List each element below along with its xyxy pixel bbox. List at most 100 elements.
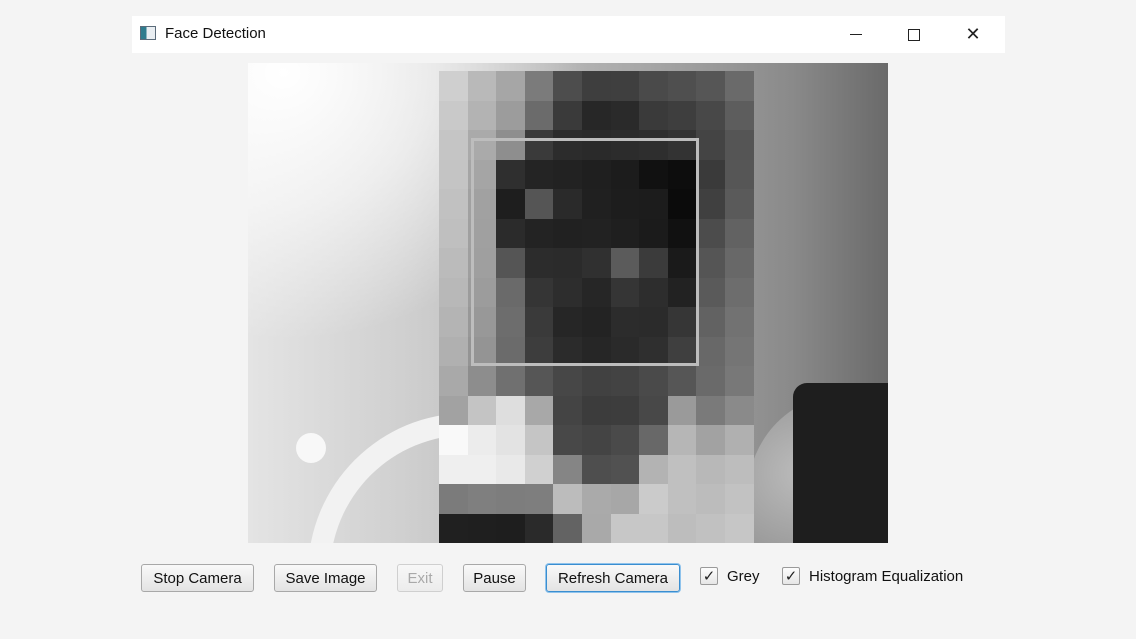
pixel-cell bbox=[581, 395, 611, 425]
pixel-cell bbox=[667, 395, 697, 425]
pixel-cell bbox=[553, 395, 582, 425]
exit-button[interactable]: Exit bbox=[397, 564, 443, 592]
pixel-cell bbox=[639, 513, 668, 543]
window-title: Face Detection bbox=[165, 25, 266, 42]
pixel-cell bbox=[724, 454, 754, 484]
pixel-cell bbox=[696, 130, 725, 160]
grey-checkbox[interactable]: ✓ bbox=[700, 567, 718, 585]
save-image-button[interactable]: Save Image bbox=[274, 564, 377, 592]
pixel-cell bbox=[724, 366, 754, 396]
pixel-cell bbox=[696, 100, 725, 130]
pixel-cell bbox=[724, 307, 754, 337]
pixel-cell bbox=[581, 71, 611, 101]
histogram-checkbox[interactable]: ✓ bbox=[782, 567, 800, 585]
pixel-cell bbox=[639, 366, 668, 396]
pixel-cell bbox=[439, 189, 468, 219]
pixel-cell bbox=[524, 513, 554, 543]
pixel-cell bbox=[639, 425, 668, 455]
pixel-cell bbox=[553, 100, 582, 130]
pixel-cell bbox=[639, 484, 668, 514]
pixel-cell bbox=[439, 71, 468, 101]
pixel-cell bbox=[696, 307, 725, 337]
pixel-cell bbox=[467, 71, 497, 101]
refresh-camera-button[interactable]: Refresh Camera bbox=[546, 564, 680, 592]
pixel-cell bbox=[724, 130, 754, 160]
pixel-cell bbox=[467, 513, 497, 543]
control-bar: Stop Camera Save Image Exit Pause Refres… bbox=[0, 560, 1136, 600]
pixel-cell bbox=[724, 513, 754, 543]
pixel-cell bbox=[639, 395, 668, 425]
pixel-cell bbox=[724, 159, 754, 189]
stop-camera-button[interactable]: Stop Camera bbox=[141, 564, 254, 592]
pixel-cell bbox=[667, 454, 697, 484]
pixel-cell bbox=[524, 425, 554, 455]
pixel-cell bbox=[696, 71, 725, 101]
pixel-cell bbox=[524, 454, 554, 484]
pixel-cell bbox=[667, 71, 697, 101]
pixel-cell bbox=[553, 71, 582, 101]
pixel-cell bbox=[439, 100, 468, 130]
pixel-cell bbox=[496, 366, 525, 396]
close-icon: ✕ bbox=[965, 24, 981, 44]
pixel-cell bbox=[581, 513, 611, 543]
pixel-cell bbox=[610, 513, 640, 543]
pixel-cell bbox=[496, 425, 525, 455]
pixel-cell bbox=[524, 484, 554, 514]
pixel-cell bbox=[439, 425, 468, 455]
pixel-cell bbox=[667, 425, 697, 455]
pixel-cell bbox=[696, 189, 725, 219]
pixel-cell bbox=[667, 100, 697, 130]
pixel-cell bbox=[467, 454, 497, 484]
pixel-cell bbox=[610, 395, 640, 425]
pixel-cell bbox=[496, 100, 525, 130]
pixel-cell bbox=[496, 395, 525, 425]
pixel-cell bbox=[524, 71, 554, 101]
pixel-cell bbox=[696, 454, 725, 484]
pixel-cell bbox=[581, 454, 611, 484]
minimize-icon bbox=[850, 34, 862, 35]
pixel-cell bbox=[439, 248, 468, 278]
grey-checkbox-row[interactable]: ✓ Grey bbox=[700, 562, 760, 590]
pixel-cell bbox=[581, 425, 611, 455]
app-icon bbox=[140, 26, 156, 40]
pixel-cell bbox=[639, 454, 668, 484]
pixel-cell bbox=[610, 366, 640, 396]
title-bar: Face Detection ✕ bbox=[132, 16, 1005, 53]
pixel-cell bbox=[724, 248, 754, 278]
pixel-cell bbox=[524, 395, 554, 425]
pixel-cell bbox=[496, 484, 525, 514]
pixel-cell bbox=[581, 366, 611, 396]
pixel-cell bbox=[439, 366, 468, 396]
pixel-cell bbox=[496, 71, 525, 101]
pixel-cell bbox=[553, 366, 582, 396]
pixel-cell bbox=[696, 395, 725, 425]
checkmark-icon: ✓ bbox=[702, 567, 716, 585]
pause-button[interactable]: Pause bbox=[463, 564, 526, 592]
pixel-cell bbox=[439, 218, 468, 248]
pixel-cell bbox=[439, 336, 468, 366]
pixel-cell bbox=[439, 159, 468, 189]
pixel-cell bbox=[581, 484, 611, 514]
pixel-cell bbox=[553, 484, 582, 514]
maximize-button[interactable] bbox=[885, 16, 943, 53]
pixel-cell bbox=[496, 454, 525, 484]
camera-feed bbox=[248, 63, 888, 543]
pixel-cell bbox=[610, 454, 640, 484]
close-button[interactable]: ✕ bbox=[944, 16, 1002, 53]
pixel-cell bbox=[610, 425, 640, 455]
maximize-icon bbox=[908, 28, 920, 41]
minimize-button[interactable] bbox=[827, 16, 885, 53]
pixel-cell bbox=[439, 130, 468, 160]
pixel-cell bbox=[439, 307, 468, 337]
pixel-cell bbox=[467, 366, 497, 396]
pixel-cell bbox=[553, 513, 582, 543]
pixel-cell bbox=[667, 366, 697, 396]
pixel-cell bbox=[524, 366, 554, 396]
pixel-cell bbox=[467, 425, 497, 455]
histogram-checkbox-row[interactable]: ✓ Histogram Equalization bbox=[782, 562, 963, 590]
pixel-cell bbox=[467, 395, 497, 425]
pixel-cell bbox=[581, 100, 611, 130]
pixel-cell bbox=[696, 248, 725, 278]
pixel-cell bbox=[696, 513, 725, 543]
pixel-cell bbox=[496, 513, 525, 543]
